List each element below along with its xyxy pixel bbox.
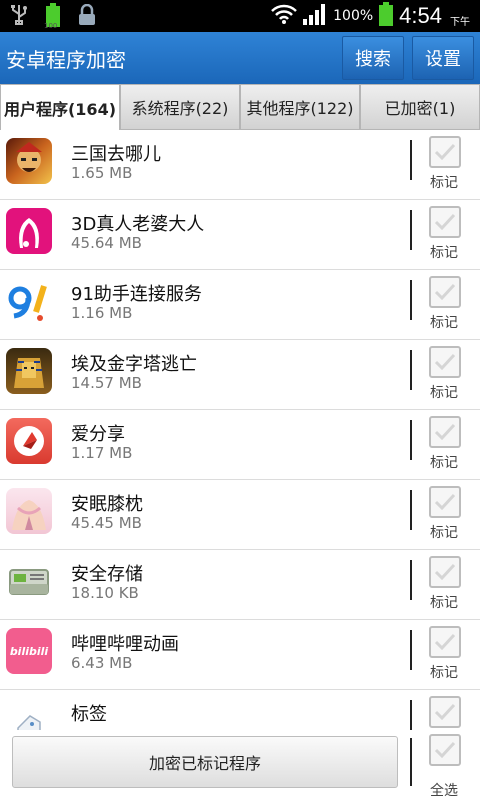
clock-ampm: 下午 (450, 16, 470, 28)
bilibili-logo-text: bilibili (9, 644, 49, 658)
list-item[interactable]: 91助手连接服务 1.16 MB 标记 (0, 270, 480, 340)
bottom-divider (410, 738, 412, 786)
laopo-icon (6, 208, 52, 254)
row-divider (410, 490, 412, 530)
search-button[interactable]: 搜索 (342, 36, 404, 80)
signal-icon (303, 3, 327, 29)
row-divider (410, 350, 412, 390)
91-assistant-icon (6, 278, 52, 324)
pharaoh-icon (6, 348, 52, 394)
mark-checkbox[interactable] (429, 696, 461, 728)
list-item[interactable]: 标签 (0, 690, 480, 730)
storage-icon (6, 558, 52, 604)
app-size: 45.45 MB (71, 514, 142, 532)
app-name: 安全存储 (71, 564, 143, 585)
settings-button[interactable]: 设置 (412, 36, 474, 80)
mark-label: 标记 (430, 665, 458, 681)
list-item[interactable]: 爱分享 1.17 MB 标记 (0, 410, 480, 480)
battery-percent: 100% (333, 8, 374, 24)
mark-label: 标记 (430, 525, 458, 541)
row-divider (410, 700, 412, 730)
clock-time: 4:54 (399, 3, 442, 28)
app-name: 埃及金字塔逃亡 (71, 354, 197, 375)
select-all-label: 全选 (430, 783, 458, 799)
tab-bar: 用户程序(164) 系统程序(22) 其他程序(122) 已加密(1) (0, 84, 480, 130)
mark-checkbox[interactable] (429, 346, 461, 378)
app-size: 18.10 KB (71, 584, 139, 602)
tab-encrypted[interactable]: 已加密(1) (360, 84, 480, 130)
mark-checkbox[interactable] (429, 486, 461, 518)
encrypt-marked-button[interactable]: 加密已标记程序 (12, 736, 398, 788)
lock-icon (76, 4, 98, 26)
list-item[interactable]: 安眠膝枕 45.45 MB 标记 (0, 480, 480, 550)
app-name: 91助手连接服务 (71, 284, 202, 305)
app-size: 14.57 MB (71, 374, 142, 392)
usb-icon (8, 4, 30, 26)
bottom-action-bar: 加密已标记程序 全选 (0, 730, 480, 800)
app-size: 1.17 MB (71, 444, 133, 462)
battery-small-label: 100 (44, 22, 58, 30)
app-list: 三国去哪儿 1.65 MB 标记 3D真人老婆大人 45.64 MB 标记 91… (0, 130, 480, 730)
tab-other-apps[interactable]: 其他程序(122) (240, 84, 360, 130)
mark-label: 标记 (430, 385, 458, 401)
tag-icon (6, 698, 52, 730)
row-divider (410, 280, 412, 320)
row-divider (410, 560, 412, 600)
battery-small-icon: 100 (42, 3, 64, 30)
mark-label: 标记 (430, 315, 458, 331)
list-item[interactable]: bilibili 哔哩哔哩动画 6.43 MB 标记 (0, 620, 480, 690)
mark-label: 标记 (430, 245, 458, 261)
list-item[interactable]: 安全存储 18.10 KB 标记 (0, 550, 480, 620)
mark-checkbox[interactable] (429, 136, 461, 168)
mark-checkbox[interactable] (429, 626, 461, 658)
mark-checkbox[interactable] (429, 556, 461, 588)
row-divider (410, 140, 412, 180)
app-name: 三国去哪儿 (71, 144, 161, 165)
select-all-checkbox[interactable] (429, 734, 461, 766)
list-item[interactable]: 埃及金字塔逃亡 14.57 MB 标记 (0, 340, 480, 410)
wifi-icon (271, 3, 298, 29)
app-size: 6.43 MB (71, 654, 133, 672)
app-size: 45.64 MB (71, 234, 142, 252)
mark-label: 标记 (430, 175, 458, 191)
tab-user-apps[interactable]: 用户程序(164) (0, 84, 120, 130)
app-size: 1.16 MB (71, 304, 133, 322)
battery-icon (379, 2, 394, 30)
status-bar: 100 100% 4:54 下午 (0, 0, 480, 32)
row-divider (410, 210, 412, 250)
mark-checkbox[interactable] (429, 206, 461, 238)
row-divider (410, 420, 412, 460)
mark-label: 标记 (430, 595, 458, 611)
app-name: 安眠膝枕 (71, 494, 143, 515)
app-name: 标签 (71, 704, 107, 725)
app-name: 3D真人老婆大人 (71, 214, 205, 235)
app-title: 安卓程序加密 (6, 48, 126, 72)
bilibili-icon: bilibili (6, 628, 52, 674)
mark-checkbox[interactable] (429, 276, 461, 308)
row-divider (410, 630, 412, 670)
anmian-icon (6, 488, 52, 534)
sanguo-icon (6, 138, 52, 184)
title-bar: 安卓程序加密 搜索 设置 (0, 32, 480, 84)
aifenxiang-icon (6, 418, 52, 464)
list-item[interactable]: 三国去哪儿 1.65 MB 标记 (0, 130, 480, 200)
app-size: 1.65 MB (71, 164, 133, 182)
app-name: 爱分享 (71, 424, 125, 445)
list-item[interactable]: 3D真人老婆大人 45.64 MB 标记 (0, 200, 480, 270)
mark-checkbox[interactable] (429, 416, 461, 448)
app-name: 哔哩哔哩动画 (71, 634, 179, 655)
tab-system-apps[interactable]: 系统程序(22) (120, 84, 240, 130)
mark-label: 标记 (430, 455, 458, 471)
